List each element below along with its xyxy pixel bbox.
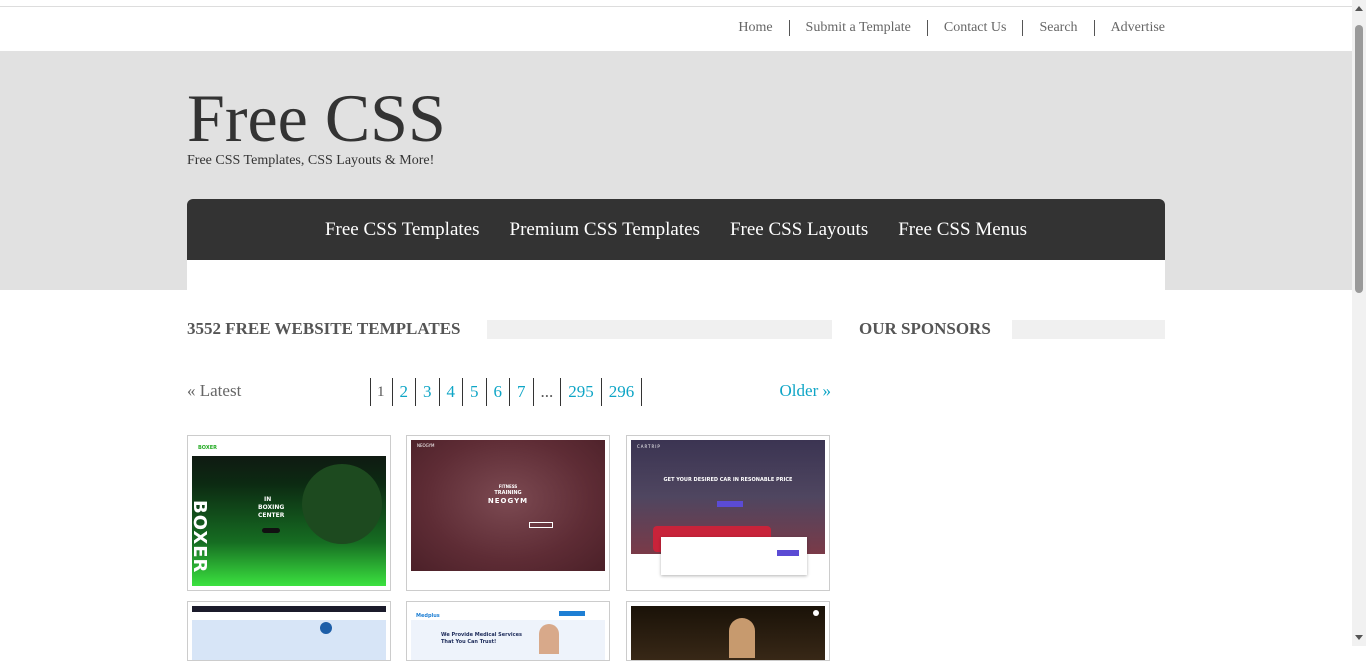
- top-nav-search[interactable]: Search: [1022, 20, 1093, 36]
- top-nav-advertise[interactable]: Advertise: [1093, 20, 1165, 36]
- template-badge: [813, 610, 819, 616]
- main-nav-free-css-templates[interactable]: Free CSS Templates: [310, 219, 495, 241]
- pagination: 1 2 3 4 5 6 7 ... 295 296: [370, 378, 643, 406]
- template-search-button: [777, 550, 799, 556]
- template-button: [559, 611, 585, 616]
- latest-link[interactable]: « Latest: [187, 381, 241, 401]
- template-screenshot: Medplus We Provide Medical Services That…: [411, 606, 605, 660]
- template-line-2: BOXING: [258, 504, 285, 511]
- template-logo: NEOGYM: [417, 443, 435, 448]
- page-ellipsis: ...: [532, 378, 561, 406]
- template-thumb-boxer[interactable]: BOXER BOXER IN BOXING CENTER: [187, 435, 391, 591]
- template-line-1: FITNESS: [498, 484, 518, 489]
- vertical-scrollbar[interactable]: [1352, 0, 1366, 646]
- main-nav-free-css-menus[interactable]: Free CSS Menus: [883, 219, 1042, 241]
- template-thumb-medplus[interactable]: Medplus We Provide Medical Services That…: [406, 601, 610, 661]
- template-button: [262, 528, 280, 533]
- scrollbar-thumb[interactable]: [1355, 25, 1363, 293]
- page-296[interactable]: 296: [600, 378, 643, 406]
- template-photo: [302, 464, 382, 544]
- page-1: 1: [370, 378, 392, 406]
- top-nav-submit-template[interactable]: Submit a Template: [788, 20, 927, 36]
- top-nav-contact[interactable]: Contact Us: [926, 20, 1023, 36]
- site-tagline: Free CSS Templates, CSS Layouts & More!: [187, 153, 435, 168]
- nav-underlay: [187, 260, 1165, 290]
- scroll-up-icon[interactable]: [1355, 6, 1363, 11]
- page-3[interactable]: 3: [415, 378, 439, 406]
- sponsors-heading-bar: [1012, 320, 1165, 339]
- page-4[interactable]: 4: [438, 378, 463, 406]
- main-nav-premium-css-templates[interactable]: Premium CSS Templates: [495, 219, 715, 241]
- template-line-2: TRAINING: [494, 490, 522, 496]
- template-logo: BOXER: [198, 445, 218, 451]
- main-nav: Free CSS Templates Premium CSS Templates…: [187, 199, 1165, 260]
- template-vertical-title: BOXER: [192, 500, 210, 574]
- template-button: [529, 522, 553, 528]
- scroll-down-icon[interactable]: [1355, 635, 1363, 640]
- sponsors-heading: Our Sponsors: [859, 319, 991, 338]
- template-header-bar: [192, 612, 386, 620]
- template-thumb-cartrip[interactable]: CARTRIP GET YOUR DESIRED CAR IN RESONABL…: [626, 435, 830, 591]
- template-line-1: IN: [264, 496, 272, 503]
- page-7[interactable]: 7: [509, 378, 533, 406]
- top-nav: Home Submit a Template Contact Us Search…: [722, 20, 1165, 36]
- page-5[interactable]: 5: [462, 378, 486, 406]
- template-line-2: That You Can Trust!: [441, 639, 497, 645]
- top-nav-home[interactable]: Home: [722, 20, 788, 36]
- older-link[interactable]: Older »: [780, 381, 831, 401]
- top-border: [0, 0, 1352, 7]
- template-thumb-wedding[interactable]: [626, 601, 830, 661]
- page-295[interactable]: 295: [560, 378, 601, 406]
- template-thumb-neogym[interactable]: NEOGYM FITNESS TRAINING NEOGYM: [406, 435, 610, 591]
- main-nav-free-css-layouts[interactable]: Free CSS Layouts: [715, 219, 883, 241]
- template-photo: [729, 618, 755, 658]
- template-screenshot: CARTRIP GET YOUR DESIRED CAR IN RESONABL…: [631, 440, 825, 586]
- template-line-1: We Provide Medical Services: [441, 632, 522, 638]
- template-thumb-service[interactable]: [187, 601, 391, 661]
- template-logo: Medplus: [416, 613, 440, 619]
- template-header-bar: [192, 440, 386, 456]
- templates-heading-bar: [487, 320, 832, 339]
- template-screenshot: [631, 606, 825, 660]
- template-line-3: NEOGYM: [487, 497, 529, 505]
- template-headline: GET YOUR DESIRED CAR IN RESONABLE PRICE: [663, 477, 793, 483]
- template-photo: [539, 624, 559, 654]
- template-photo: [320, 622, 332, 634]
- page-2[interactable]: 2: [391, 378, 416, 406]
- template-screenshot: [192, 606, 386, 660]
- template-search-form: [661, 537, 807, 575]
- page-6[interactable]: 6: [485, 378, 510, 406]
- templates-heading: 3552 Free Website Templates: [187, 319, 461, 338]
- template-logo: CARTRIP: [637, 444, 661, 449]
- site-logo[interactable]: Free CSS: [187, 78, 446, 158]
- template-screenshot: NEOGYM FITNESS TRAINING NEOGYM: [411, 440, 605, 571]
- template-line-3: CENTER: [258, 512, 285, 519]
- template-screenshot: BOXER BOXER IN BOXING CENTER: [192, 440, 386, 586]
- template-button: [717, 501, 743, 507]
